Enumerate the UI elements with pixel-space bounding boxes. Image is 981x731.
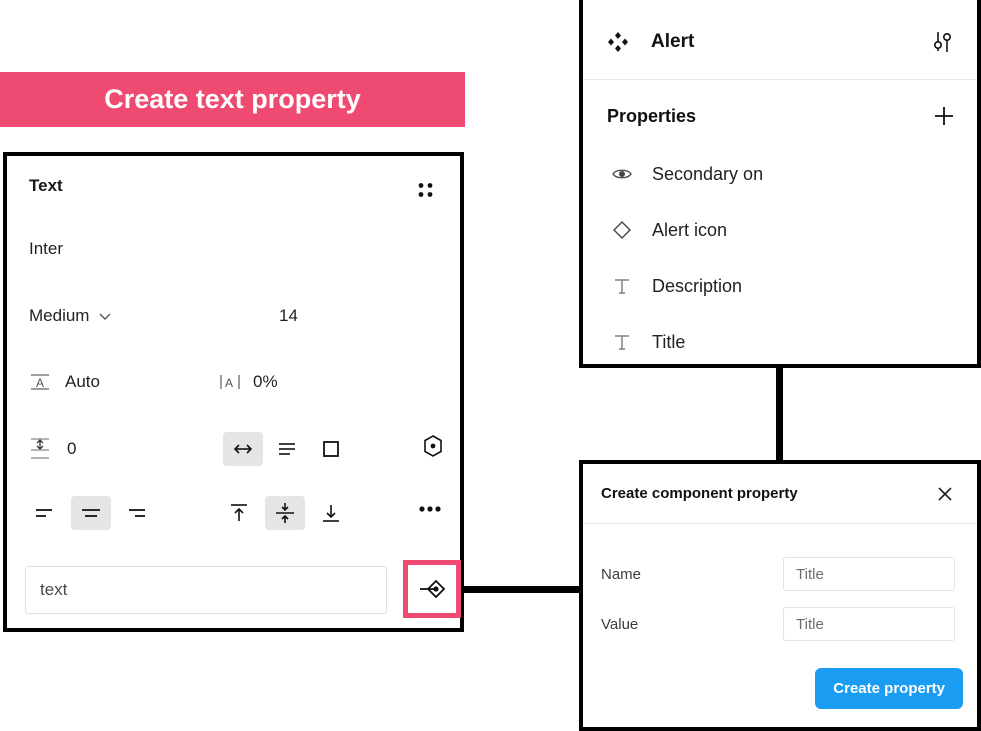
diamond-icon — [610, 219, 634, 241]
connector-line-horizontal — [455, 586, 590, 593]
more-options-icon[interactable] — [415, 496, 445, 522]
line-height-field[interactable]: A Auto — [29, 371, 100, 393]
svg-text:A: A — [225, 376, 233, 390]
horizontal-align-group — [25, 496, 157, 530]
font-weight-value: Medium — [29, 306, 90, 325]
value-input[interactable]: Title — [783, 607, 955, 641]
svg-text:A: A — [36, 376, 44, 390]
list-item[interactable]: Secondary on — [583, 146, 977, 202]
line-height-icon: A — [29, 371, 51, 393]
connector-line-vertical — [776, 368, 783, 468]
banner-label: Create text property — [104, 84, 361, 114]
properties-list: Secondary on Alert icon Description Titl… — [583, 146, 977, 370]
eye-icon — [610, 163, 634, 185]
name-field-row: Name Title — [583, 557, 977, 591]
align-middle-icon[interactable] — [265, 496, 305, 530]
list-item-label: Alert icon — [652, 219, 728, 240]
value-label: Value — [601, 615, 639, 633]
dialog-header: Create component property — [583, 464, 977, 524]
text-content-input[interactable]: text — [25, 566, 387, 614]
paragraph-spacing-icon — [29, 436, 51, 462]
alert-panel-title: Alert — [651, 30, 695, 52]
properties-section-header: Properties — [583, 96, 977, 136]
font-family-field[interactable]: Inter — [29, 239, 63, 259]
text-type-icon — [610, 275, 634, 297]
paragraph-spacing-value: 0 — [67, 439, 77, 458]
dialog-title: Create component property — [601, 485, 798, 502]
font-weight-select[interactable]: Medium — [29, 306, 113, 326]
component-diamond-icon — [607, 31, 629, 53]
paragraph-spacing-field[interactable]: 0 — [29, 436, 76, 462]
vertical-align-group — [219, 496, 351, 530]
name-label: Name — [601, 565, 642, 583]
letter-spacing-field[interactable]: A 0% — [219, 371, 278, 393]
list-item[interactable]: Description — [583, 258, 977, 314]
font-size-field[interactable]: 14 — [279, 306, 298, 326]
name-input[interactable]: Title — [783, 557, 955, 591]
auto-height-icon[interactable] — [267, 432, 307, 466]
close-icon[interactable] — [935, 484, 955, 504]
create-component-property-dialog: Create component property Name Title Val… — [579, 460, 981, 731]
align-left-icon[interactable] — [25, 496, 65, 530]
list-item-label: Secondary on — [652, 163, 764, 184]
auto-width-icon[interactable] — [223, 432, 263, 466]
align-right-icon[interactable] — [117, 496, 157, 530]
letter-spacing-value: 0% — [253, 372, 278, 391]
list-item[interactable]: Alert icon — [583, 202, 977, 258]
alert-panel-header: Alert — [583, 4, 977, 80]
drag-grip-icon[interactable] — [416, 180, 436, 200]
align-bottom-icon[interactable] — [311, 496, 351, 530]
plus-icon[interactable] — [931, 103, 957, 129]
panel-title: Text — [29, 176, 63, 195]
resize-behavior-group — [223, 432, 351, 466]
list-item-label: Description — [652, 275, 743, 296]
letter-spacing-icon: A — [219, 371, 241, 393]
list-item-label: Title — [652, 331, 686, 352]
align-top-icon[interactable] — [219, 496, 259, 530]
value-field-row: Value Title — [583, 607, 977, 641]
line-height-value: Auto — [65, 372, 100, 391]
text-properties-panel: Text Inter Medium 14 A Auto A 0% 0 text — [3, 152, 464, 632]
fixed-size-icon[interactable] — [311, 432, 351, 466]
sliders-icon[interactable] — [929, 29, 955, 55]
chevron-down-icon — [97, 308, 113, 324]
create-property-button[interactable]: Create property — [815, 668, 963, 709]
apply-property-icon — [415, 572, 449, 606]
alert-component-panel: Alert Properties Secondary on Alert icon… — [579, 0, 981, 368]
apply-property-button[interactable] — [403, 560, 461, 618]
banner-create-text-property: Create text property — [0, 72, 465, 127]
text-type-icon — [610, 331, 634, 353]
type-settings-icon[interactable] — [419, 432, 447, 460]
list-item[interactable]: Title — [583, 314, 977, 370]
align-center-icon[interactable] — [71, 496, 111, 530]
properties-label: Properties — [607, 105, 697, 126]
